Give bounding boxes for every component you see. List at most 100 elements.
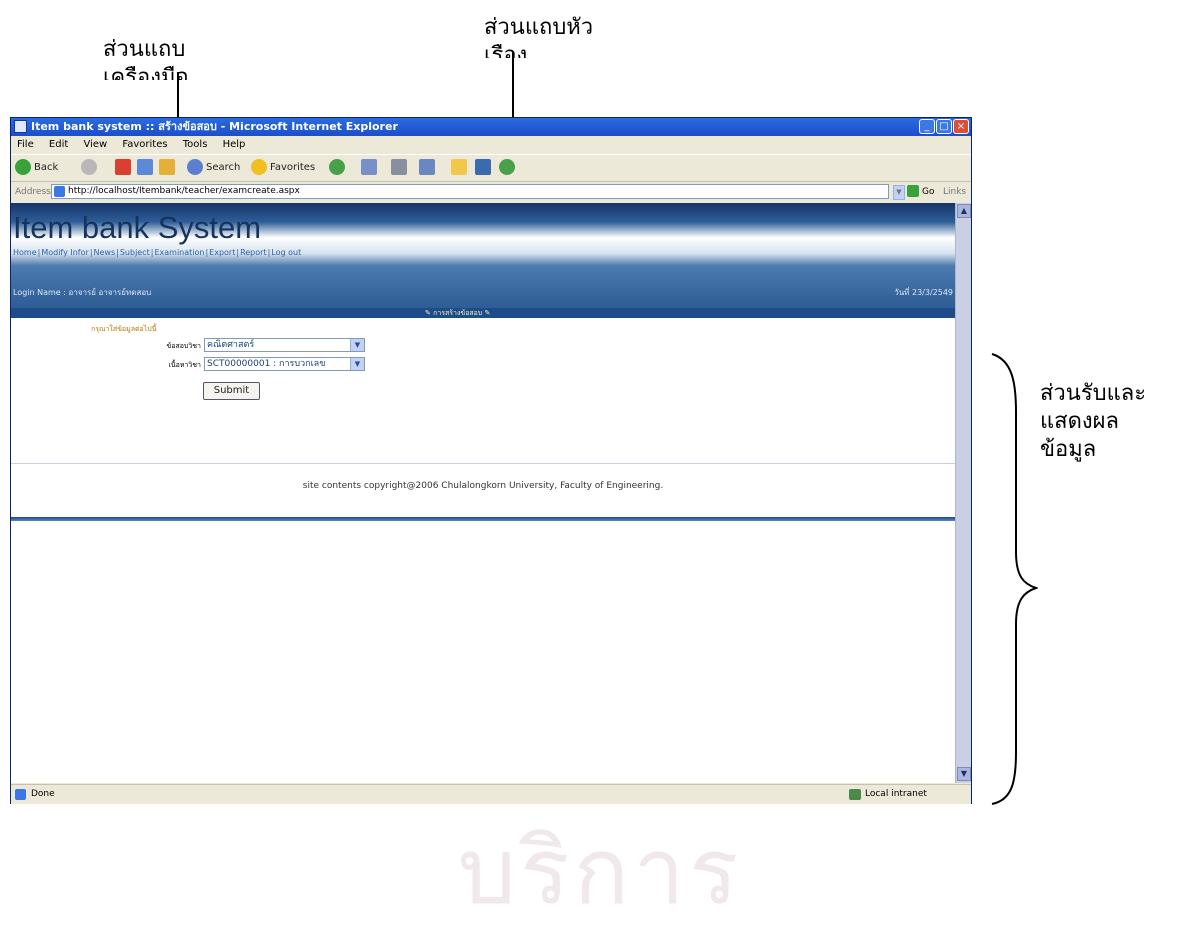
subject-label: ข้อสอบวิชา: [166, 342, 201, 350]
nav-separator: |: [267, 248, 271, 257]
nav-separator: |: [205, 248, 209, 257]
vertical-scrollbar[interactable]: ▲ ▼: [955, 203, 971, 783]
annotation-title-line1: ส่วนแถบหัว: [484, 15, 594, 40]
forward-arrow-icon: [81, 159, 97, 175]
nav-examination[interactable]: Examination: [154, 248, 204, 258]
nav-export[interactable]: Export: [209, 248, 235, 258]
address-dropdown-arrow[interactable]: ▼: [893, 185, 905, 200]
menu-edit[interactable]: Edit: [49, 137, 68, 153]
site-title: Item bank System: [13, 210, 262, 245]
print-icon: [391, 159, 407, 175]
subject-select-value: คณิตศาสตร์: [207, 340, 255, 350]
menu-help[interactable]: Help: [223, 137, 246, 153]
address-input[interactable]: http://localhost/Itembank/teacher/examcr…: [51, 184, 889, 199]
section-title-bar: ✎ การสร้างข้อสอบ ✎: [11, 308, 955, 318]
folder-icon: [451, 159, 467, 175]
address-url: http://localhost/Itembank/teacher/examcr…: [68, 186, 300, 196]
zone-text: Local intranet: [865, 789, 927, 799]
nav-subject[interactable]: Subject: [120, 248, 150, 258]
chevron-down-icon: ▼: [350, 339, 364, 351]
annotation-data-line3: ข้อมูล: [1040, 437, 1097, 462]
favorites-button[interactable]: Favorites: [251, 159, 315, 177]
site-header: Item bank System Home|Modify Infor|News|…: [11, 203, 955, 266]
nav-separator: |: [37, 248, 41, 257]
menu-favorites[interactable]: Favorites: [122, 137, 167, 153]
close-button[interactable]: ×: [953, 119, 969, 134]
status-bar: Done Local intranet: [11, 784, 971, 804]
browser-toolbar: Back Search Favorites: [11, 154, 971, 182]
page-icon: [54, 186, 65, 197]
go-button[interactable]: Go: [922, 182, 934, 202]
section-title: ✎ การสร้างข้อสอบ ✎: [425, 309, 491, 317]
nav-separator: |: [116, 248, 119, 257]
minimize-button[interactable]: _: [919, 119, 935, 134]
back-arrow-icon: [15, 159, 31, 175]
menu-view[interactable]: View: [83, 137, 107, 153]
content-divider: [11, 463, 955, 464]
maximize-button[interactable]: □: [936, 119, 952, 134]
messenger-button[interactable]: [499, 159, 518, 177]
folder-button[interactable]: [451, 159, 470, 177]
content-label: เนื้อหาวิชา: [168, 361, 201, 369]
research-button[interactable]: [475, 159, 494, 177]
chevron-down-icon: ▼: [350, 358, 364, 370]
search-label: Search: [206, 162, 241, 173]
footer-divider: [11, 517, 955, 521]
submit-button[interactable]: Submit: [203, 382, 260, 400]
content-select[interactable]: SCT00000001 : การบวกเลข ▼: [204, 357, 365, 371]
star-icon: [251, 159, 267, 175]
window-title: Item bank system :: สร้างข้อสอบ - Micros…: [31, 120, 398, 133]
mail-icon: [361, 159, 377, 175]
edit-button[interactable]: [419, 159, 438, 177]
edit-icon: [419, 159, 435, 175]
search-icon: [187, 159, 203, 175]
nav-home[interactable]: Home: [13, 248, 37, 258]
menu-tools[interactable]: Tools: [183, 137, 208, 153]
subject-select[interactable]: คณิตศาสตร์ ▼: [204, 338, 365, 352]
annotation-data-line1: ส่วนรับและ: [1040, 381, 1147, 406]
home-icon: [159, 159, 175, 175]
annotation-toolbar-line2: เครื่องมือ: [103, 66, 189, 80]
login-band: Login Name : อาจารย์ อาจารย์ทดสอบ วันที่…: [11, 266, 955, 308]
browser-window: Item bank system :: สร้างข้อสอบ - Micros…: [10, 117, 972, 804]
print-button[interactable]: [391, 159, 410, 177]
ie-app-icon: [14, 120, 27, 133]
messenger-icon: [499, 159, 515, 175]
home-button[interactable]: [159, 159, 178, 177]
links-button[interactable]: Links: [943, 182, 966, 202]
nav-report[interactable]: Report: [240, 248, 267, 258]
address-bar: Address http://localhost/Itembank/teache…: [11, 182, 971, 202]
refresh-button[interactable]: [137, 159, 156, 177]
footer-copyright: site contents copyright@2006 Chulalongko…: [302, 481, 664, 491]
title-bar[interactable]: Item bank system :: สร้างข้อสอบ - Micros…: [11, 118, 971, 136]
nav-separator: |: [89, 248, 93, 257]
nav-separator: |: [236, 248, 240, 257]
form-instruction: กรุณาใส่ข้อมูลต่อไปนี้: [91, 325, 157, 333]
search-button[interactable]: Search: [187, 159, 240, 177]
scroll-up-arrow[interactable]: ▲: [957, 204, 971, 218]
current-date: วันที่ 23/3/2549: [894, 288, 953, 297]
history-icon: [329, 159, 345, 175]
back-button[interactable]: Back: [15, 159, 58, 177]
scroll-down-arrow[interactable]: ▼: [957, 767, 971, 781]
section-title-text: การสร้างข้อสอบ: [433, 309, 483, 317]
refresh-icon: [137, 159, 153, 175]
annotation-brace: [991, 353, 1038, 805]
menu-bar: File Edit View Favorites Tools Help: [11, 137, 971, 153]
exam-form: กรุณาใส่ข้อมูลต่อไปนี้ ข้อสอบวิชา คณิตศา…: [11, 319, 955, 437]
history-button[interactable]: [329, 159, 348, 177]
favorites-label: Favorites: [270, 162, 316, 173]
menu-file[interactable]: File: [17, 137, 34, 153]
nav-news[interactable]: News: [94, 248, 116, 258]
nav-separator: |: [150, 248, 154, 257]
annotation-title-line2: เรื่อง: [484, 44, 528, 58]
mail-button[interactable]: [361, 159, 380, 177]
forward-button[interactable]: [81, 159, 100, 177]
stop-icon: [115, 159, 131, 175]
address-label: Address: [15, 187, 51, 197]
nav-log-out[interactable]: Log out: [271, 248, 301, 258]
stop-button[interactable]: [115, 159, 134, 177]
back-label: Back: [34, 162, 59, 173]
nav-modify-infor[interactable]: Modify Infor: [41, 248, 88, 258]
go-arrow-icon[interactable]: [907, 185, 919, 197]
